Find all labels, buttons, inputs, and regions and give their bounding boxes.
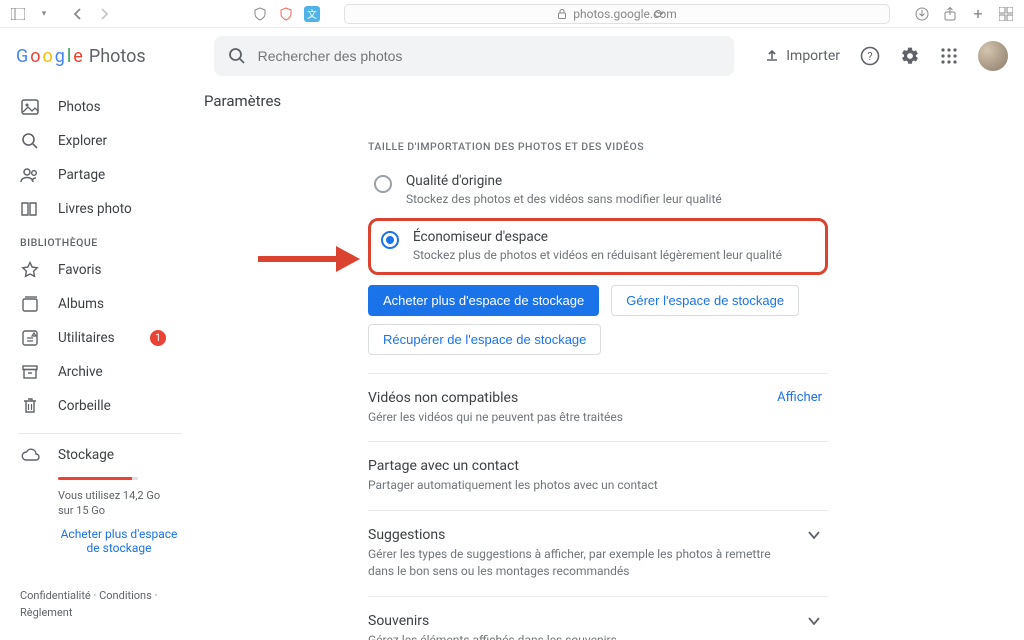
recover-storage-button[interactable]: Récupérer de l'espace de stockage — [368, 324, 601, 355]
download-icon[interactable] — [914, 6, 930, 22]
apps-grid-icon[interactable] — [940, 47, 958, 65]
page-title: Paramètres — [200, 88, 984, 140]
sidebar-item-print-store[interactable]: Livres photo — [0, 192, 200, 226]
sidebar-toggle-icon[interactable] — [10, 6, 26, 22]
search-icon — [228, 47, 246, 65]
sidebar-item-label: Corbeille — [58, 398, 111, 414]
reload-icon[interactable]: ⟳ — [654, 7, 664, 21]
setting-title: Suggestions — [368, 527, 786, 543]
radio-icon — [374, 175, 392, 193]
help-icon[interactable]: ? — [860, 46, 880, 66]
buy-storage-button[interactable]: Acheter plus d'espace de stockage — [368, 285, 599, 316]
setting-desc: Partager automatiquement les photos avec… — [368, 477, 828, 494]
archive-icon — [20, 362, 40, 382]
sidebar-item-label: Photos — [58, 99, 101, 115]
adblock-icon[interactable] — [278, 6, 294, 22]
radio-title: Économiseur d'espace — [413, 229, 782, 245]
storage-usage-text: Vous utilisez 14,2 Go sur 15 Go — [58, 488, 180, 519]
sidebar-item-storage[interactable]: Stockage — [0, 438, 200, 465]
chevron-down-icon[interactable]: ▾ — [36, 6, 52, 22]
settings-gear-icon[interactable] — [900, 46, 920, 66]
terms-link[interactable]: Conditions — [99, 589, 152, 602]
setting-title: Souvenirs — [368, 613, 786, 629]
album-icon — [20, 294, 40, 314]
star-icon — [20, 260, 40, 280]
setting-desc: Gérez les éléments affichés dans les sou… — [368, 632, 786, 640]
search-icon — [20, 131, 40, 151]
setting-unsupported-videos[interactable]: Vidéos non compatibles Gérer les vidéos … — [368, 373, 828, 442]
sidebar-item-label: Utilitaires — [58, 330, 115, 346]
show-link[interactable]: Afficher — [777, 390, 828, 405]
setting-desc: Gérer les types de suggestions à affiche… — [368, 546, 786, 580]
app-header: Google Photos Importer ? — [0, 28, 1024, 84]
radio-title: Qualité d'origine — [406, 173, 722, 189]
setting-title: Vidéos non compatibles — [368, 390, 757, 406]
account-avatar[interactable] — [978, 41, 1008, 71]
setting-desc: Gérer les vidéos qui ne peuvent pas être… — [368, 409, 757, 426]
product-name: Photos — [89, 46, 146, 67]
browser-chrome: ▾ 文 photos.google.com ⟳ + — [0, 0, 1024, 28]
sidebar-item-photos[interactable]: Photos — [0, 90, 200, 124]
sidebar-item-label: Explorer — [58, 133, 107, 149]
upload-button[interactable]: Importer — [764, 48, 840, 64]
setting-partner-sharing[interactable]: Partage avec un contact Partager automat… — [368, 441, 828, 510]
radio-desc: Stockez plus de photos et vidéos en rédu… — [413, 247, 782, 264]
rules-link[interactable]: Règlement — [20, 606, 72, 619]
storage-meter — [58, 477, 138, 480]
photo-icon — [20, 97, 40, 117]
setting-memories[interactable]: Souvenirs Gérez les éléments affichés da… — [368, 596, 828, 640]
annotation-arrow — [258, 246, 360, 272]
radio-storage-saver[interactable]: Économiseur d'espace Stockez plus de pho… — [368, 218, 828, 275]
storage-title: Stockage — [58, 447, 114, 463]
setting-title: Partage avec un contact — [368, 458, 828, 474]
translate-icon[interactable]: 文 — [304, 6, 320, 22]
forward-icon[interactable] — [96, 6, 112, 22]
svg-text:?: ? — [867, 50, 872, 63]
setting-suggestions[interactable]: Suggestions Gérer les types de suggestio… — [368, 510, 828, 596]
sidebar-item-label: Archive — [58, 364, 103, 380]
back-icon[interactable] — [70, 6, 86, 22]
share-icon[interactable] — [942, 6, 958, 22]
notification-badge: 1 — [150, 330, 166, 346]
chevron-down-icon — [806, 613, 828, 629]
upload-size-header: TAILLE D'IMPORTATION DES PHOTOS ET DES V… — [368, 140, 828, 153]
sidebar-item-label: Albums — [58, 296, 104, 312]
cloud-icon — [20, 445, 40, 465]
sidebar-item-label: Partage — [58, 167, 105, 183]
sidebar-item-explore[interactable]: Explorer — [0, 124, 200, 158]
shield-icon[interactable] — [252, 6, 268, 22]
tabs-icon[interactable] — [998, 6, 1014, 22]
sidebar-item-utilities[interactable]: Utilitaires 1 — [0, 321, 200, 355]
sidebar-item-label: Livres photo — [58, 201, 132, 217]
sidebar-item-label: Favoris — [58, 262, 101, 278]
plus-icon[interactable]: + — [970, 6, 986, 22]
radio-original-quality[interactable]: Qualité d'origine Stockez des photos et … — [368, 167, 828, 218]
sidebar-item-favorites[interactable]: Favoris — [0, 253, 200, 287]
lock-icon — [557, 9, 567, 19]
manage-storage-button[interactable]: Gérer l'espace de stockage — [611, 285, 799, 316]
sidebar-item-albums[interactable]: Albums — [0, 287, 200, 321]
search-input[interactable] — [258, 48, 720, 64]
radio-desc: Stockez des photos et des vidéos sans mo… — [406, 191, 722, 208]
upload-icon — [764, 48, 780, 64]
address-bar[interactable]: photos.google.com ⟳ — [344, 4, 890, 24]
library-section-label: BIBLIOTHÈQUE — [0, 226, 200, 253]
chevron-down-icon — [806, 527, 828, 543]
trash-icon — [20, 396, 40, 416]
people-icon — [20, 165, 40, 185]
radio-icon — [381, 231, 399, 249]
search-box[interactable] — [214, 36, 734, 76]
sidebar: Photos Explorer Partage Livres photo BIB… — [0, 84, 200, 640]
sidebar-item-trash[interactable]: Corbeille — [0, 389, 200, 423]
privacy-link[interactable]: Confidentialité — [20, 589, 91, 602]
book-icon — [20, 199, 40, 219]
sidebar-item-archive[interactable]: Archive — [0, 355, 200, 389]
utilities-icon — [20, 328, 40, 348]
footer-links: Confidentialité · Conditions · Règlement — [0, 587, 200, 632]
sidebar-item-sharing[interactable]: Partage — [0, 158, 200, 192]
buy-storage-link[interactable]: Acheter plus d'espace de stockage — [58, 527, 180, 555]
upload-label: Importer — [786, 48, 840, 64]
main-content: Paramètres TAILLE D'IMPORTATION DES PHOT… — [200, 84, 1024, 640]
google-photos-logo[interactable]: Google Photos — [16, 46, 146, 67]
